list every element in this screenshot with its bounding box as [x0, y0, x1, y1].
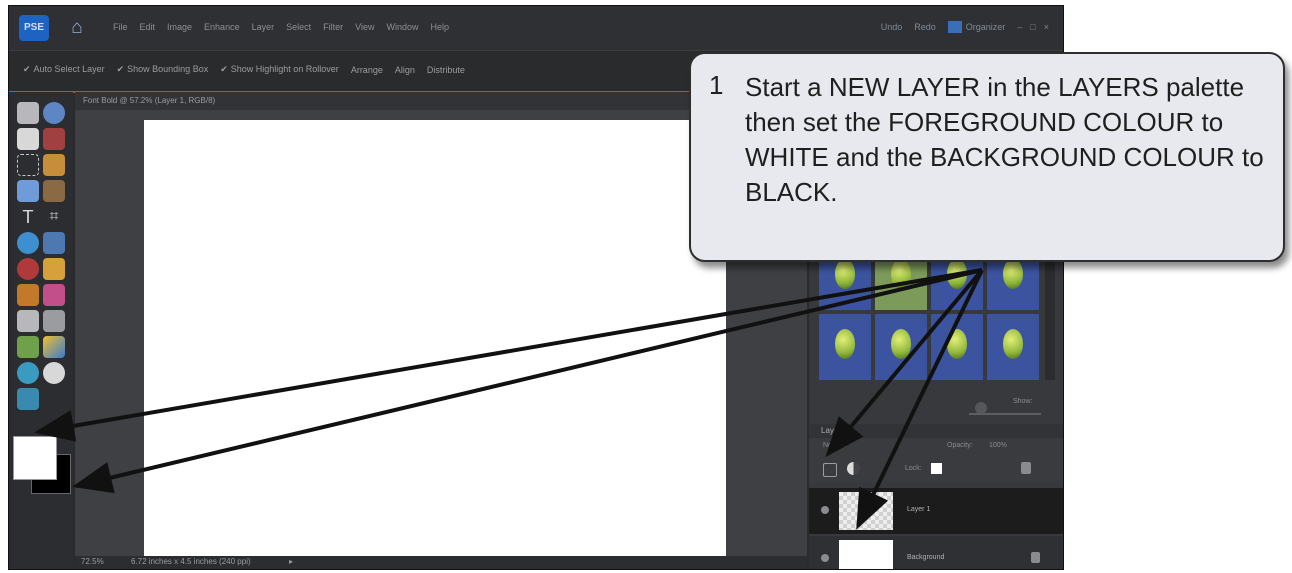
redo-button[interactable]: Redo — [914, 22, 936, 32]
status-bar: 72.5% 6.72 inches x 4.5 inches (240 ppi)… — [75, 556, 807, 569]
gradient-tool-icon[interactable] — [43, 336, 65, 358]
organizer-label: Organizer — [965, 22, 1006, 32]
thumbnail-size-slider[interactable]: Show: — [969, 398, 1041, 420]
image-canvas[interactable] — [144, 120, 726, 556]
straighten-tool-icon[interactable] — [43, 232, 65, 254]
opacity-label: Opacity: — [947, 442, 973, 449]
cookie-cutter-tool-icon[interactable] — [17, 232, 39, 254]
status-menu-arrow-icon[interactable]: ▸ — [289, 557, 293, 566]
layer-row-background[interactable]: Background — [809, 536, 1063, 569]
eraser-tool-icon[interactable] — [43, 284, 65, 306]
main-menu: File Edit Image Enhance Layer Select Fil… — [113, 22, 449, 32]
clone-stamp-tool-icon[interactable] — [17, 284, 39, 306]
type-tool-icon[interactable]: T — [17, 206, 39, 228]
auto-select-layer-option[interactable]: ✔ Auto Select Layer — [23, 64, 105, 75]
marquee-tool-icon[interactable] — [17, 154, 39, 176]
instruction-text: Start a NEW LAYER in the LAYERS palette … — [745, 72, 1264, 207]
lock-label: Lock: — [905, 465, 922, 472]
distribute-button[interactable]: Distribute — [427, 65, 465, 75]
arrange-button[interactable]: Arrange — [351, 65, 383, 75]
visibility-eye-icon[interactable] — [821, 506, 829, 514]
trash-icon[interactable] — [1021, 462, 1031, 474]
menu-window[interactable]: Window — [386, 22, 418, 32]
brush-tool-icon[interactable] — [17, 310, 39, 332]
menu-right-group: Undo Redo Organizer – □ × — [881, 21, 1049, 33]
lasso-tool-icon[interactable] — [43, 154, 65, 176]
layer-name: Background — [907, 554, 945, 561]
tool-options: ✔ Auto Select Layer ✔ Show Bounding Box ✔ S… — [23, 64, 465, 75]
menu-help[interactable]: Help — [430, 22, 449, 32]
effect-thumbnail[interactable] — [875, 314, 927, 380]
crop-tool-icon[interactable]: ⌗ — [43, 206, 65, 228]
visibility-eye-icon[interactable] — [821, 554, 829, 562]
app-logo-icon: PSE — [19, 15, 49, 41]
new-layer-icon[interactable] — [823, 463, 837, 477]
move-tool-icon[interactable] — [17, 102, 39, 124]
show-highlight-option[interactable]: ✔ Show Highlight on Rollover — [220, 64, 339, 75]
layers-panel-header[interactable]: Layers — [809, 424, 1063, 438]
menu-layer[interactable]: Layer — [252, 22, 275, 32]
hand-tool-icon[interactable] — [17, 128, 39, 150]
organizer-icon — [947, 21, 962, 33]
slider-track[interactable] — [969, 413, 1041, 415]
sponge-tool-icon[interactable] — [17, 388, 39, 410]
effect-thumbnail[interactable] — [931, 314, 983, 380]
menu-view[interactable]: View — [355, 22, 374, 32]
eyedropper-tool-icon[interactable] — [43, 128, 65, 150]
menu-file[interactable]: File — [113, 22, 128, 32]
lock-transparent-toggle[interactable] — [931, 463, 942, 474]
show-bounding-box-option[interactable]: ✔ Show Bounding Box — [117, 64, 209, 75]
blend-mode-select[interactable]: Normal — [823, 442, 846, 449]
effect-thumbnail[interactable] — [819, 314, 871, 380]
undo-button[interactable]: Undo — [881, 22, 903, 32]
window-controls: – □ × — [1017, 22, 1049, 32]
layer-row-layer-1[interactable]: Layer 1 — [809, 488, 1063, 534]
effects-thumbnails — [819, 244, 1039, 380]
checkmark-icon: ✔ — [220, 64, 228, 74]
zoom-level: 72.5% — [81, 557, 104, 566]
layers-controls: Normal Opacity: 100% Lock: — [809, 438, 1063, 482]
effects-scrollbar[interactable] — [1045, 244, 1055, 380]
effect-thumbnail[interactable] — [987, 314, 1039, 380]
checkmark-icon: ✔ — [116, 64, 125, 74]
layer-name: Layer 1 — [907, 506, 931, 513]
align-button[interactable]: Align — [395, 65, 415, 75]
instruction-callout: 1 Start a NEW LAYER in the LAYERS palett… — [689, 52, 1285, 262]
healing-brush-tool-icon[interactable] — [43, 258, 65, 280]
menu-filter[interactable]: Filter — [323, 22, 343, 32]
layer-thumbnail — [839, 540, 893, 569]
close-button[interactable]: × — [1044, 22, 1049, 32]
organizer-button[interactable]: Organizer — [947, 21, 1006, 33]
magic-wand-tool-icon[interactable] — [17, 180, 39, 202]
minimize-button[interactable]: – — [1017, 22, 1022, 32]
zoom-tool-icon[interactable] — [43, 102, 65, 124]
layer-thumbnail — [839, 492, 893, 530]
home-icon[interactable]: ⌂ — [65, 17, 89, 39]
menu-select[interactable]: Select — [286, 22, 311, 32]
shape-tool-icon[interactable] — [17, 362, 39, 384]
opacity-value[interactable]: 100% — [989, 442, 1007, 449]
menu-image[interactable]: Image — [167, 22, 192, 32]
paint-bucket-tool-icon[interactable] — [17, 336, 39, 358]
menu-edit[interactable]: Edit — [140, 22, 156, 32]
document-size-info: 6.72 inches x 4.5 inches (240 ppi) — [131, 557, 251, 566]
lock-icon — [1031, 552, 1040, 563]
step-number: 1 — [709, 70, 724, 100]
adjustment-layer-icon[interactable] — [847, 462, 860, 475]
maximize-button[interactable]: □ — [1030, 22, 1035, 32]
red-eye-tool-icon[interactable] — [17, 258, 39, 280]
selection-brush-tool-icon[interactable] — [43, 180, 65, 202]
menu-enhance[interactable]: Enhance — [204, 22, 240, 32]
toolbox: T ⌗ — [9, 92, 73, 569]
menu-bar: PSE ⌂ File Edit Image Enhance Layer Sele… — [9, 6, 1063, 50]
foreground-color-swatch[interactable] — [13, 436, 57, 480]
smart-brush-tool-icon[interactable] — [43, 310, 65, 332]
checkmark-icon: ✔ — [23, 64, 31, 74]
blur-tool-icon[interactable] — [43, 362, 65, 384]
